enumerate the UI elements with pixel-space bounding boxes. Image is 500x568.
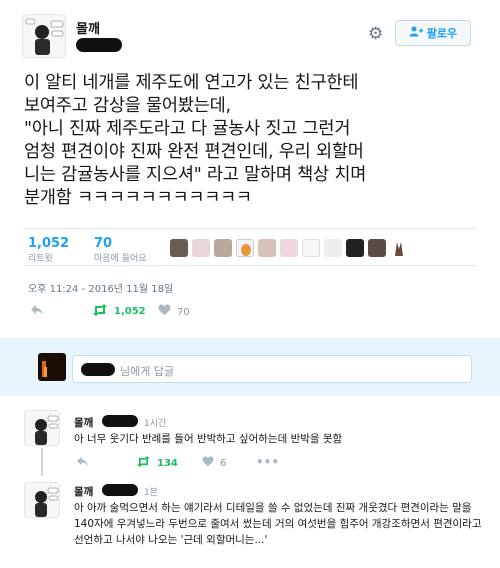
liker-avatar[interactable]	[324, 239, 342, 257]
follow-button[interactable]: 팔로우	[395, 20, 471, 46]
liker-avatar[interactable]	[258, 239, 276, 257]
reply-like-count: 6	[220, 458, 227, 469]
likes-count: 70	[94, 236, 113, 251]
viewer-avatar	[38, 353, 66, 381]
likes-stat[interactable]: 70 마음에 들어요	[94, 236, 147, 264]
liker-avatar[interactable]	[346, 239, 364, 257]
reply-avatar[interactable]	[24, 410, 60, 446]
reply-target-redacted	[81, 363, 115, 376]
liker-avatar[interactable]	[368, 239, 386, 257]
reply-handle-redacted	[102, 415, 138, 427]
reply-time[interactable]: 1분	[144, 485, 158, 498]
reply-text: 아 너무 웃기다 반례를 들어 반박하고 싶어하는데 반박을 못함	[74, 433, 343, 445]
heart-icon	[158, 304, 171, 320]
liker-avatar[interactable]	[192, 239, 210, 257]
reply-author-name[interactable]: 몰깨	[74, 484, 93, 499]
tweet-text: 이 알티 네개를 제주도에 연고가 있는 친구한테 보여주고 감상을 물어봤는데…	[24, 73, 367, 208]
reply-handle-redacted	[102, 484, 138, 496]
heart-icon	[202, 456, 214, 471]
liker-avatar[interactable]	[280, 239, 298, 257]
author-avatar[interactable]	[22, 14, 66, 58]
author-handle-redacted	[76, 38, 122, 52]
reply-author-name[interactable]: 몰깨	[74, 415, 93, 430]
stats-divider-bottom	[24, 265, 476, 266]
reply-placeholder: 님에게 답글	[120, 365, 175, 378]
gear-icon[interactable]: ⚙	[368, 24, 383, 44]
reply-icon	[30, 304, 44, 320]
likes-label: 마음에 들어요	[94, 254, 147, 264]
reply-input[interactable]: 님에게 답글	[72, 355, 472, 383]
retweet-icon	[92, 304, 108, 319]
reply-action[interactable]	[30, 304, 44, 320]
retweets-label: 리트윗	[28, 254, 53, 264]
liker-avatar[interactable]	[390, 239, 408, 257]
reply-retweet-count: 134	[157, 458, 178, 469]
liker-avatar[interactable]	[236, 239, 254, 257]
reply-retweet-action[interactable]: 134	[136, 456, 178, 471]
reply-icon	[76, 456, 89, 471]
retweets-stat[interactable]: 1,052 리트윗	[28, 236, 69, 264]
like-action[interactable]: 70	[158, 304, 190, 320]
retweet-action[interactable]: 1,052	[92, 304, 146, 319]
thread-connector	[41, 448, 43, 476]
reply-time[interactable]: 1시간	[144, 416, 166, 429]
retweet-icon	[136, 456, 151, 471]
follow-label: 팔로우	[426, 27, 458, 40]
liker-avatar[interactable]	[302, 239, 320, 257]
tweet-timestamp[interactable]: 오후 11:24 - 2016년 11월 18일	[28, 280, 173, 295]
liker-avatars	[170, 239, 408, 257]
like-count: 70	[177, 306, 190, 318]
reply-like-action[interactable]: 6	[202, 456, 226, 471]
add-user-icon	[409, 26, 423, 40]
reply-reply-action[interactable]	[76, 456, 89, 471]
retweets-count: 1,052	[28, 236, 70, 251]
reply-avatar[interactable]	[24, 482, 60, 518]
retweet-count: 1,052	[114, 306, 146, 317]
stats-divider-top	[24, 228, 476, 229]
liker-avatar[interactable]	[214, 239, 232, 257]
reply-text: 아 아까 술먹으면서 하는 얘기라서 디테일을 쓸 수 없었는데 진짜 개웃겼다…	[74, 502, 482, 546]
liker-avatar[interactable]	[170, 239, 188, 257]
author-name[interactable]: 몰깨	[76, 18, 100, 37]
more-icon[interactable]: •••	[256, 455, 279, 469]
